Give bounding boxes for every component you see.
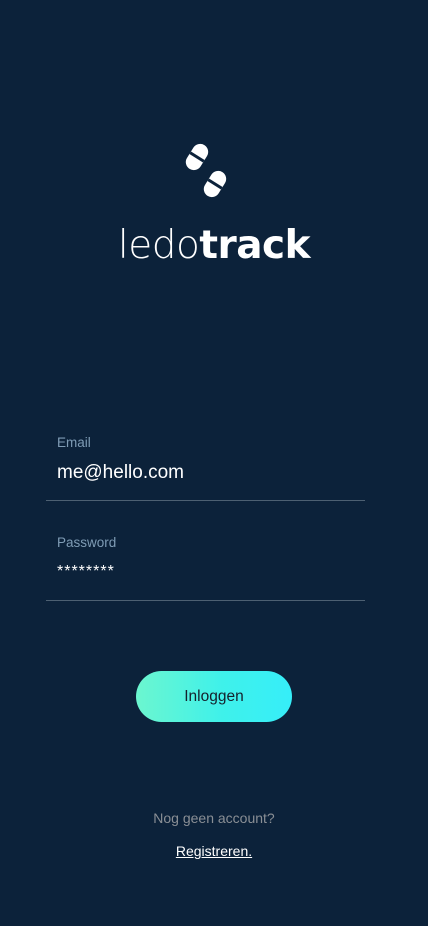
email-field[interactable]: Email xyxy=(46,428,365,501)
login-button[interactable]: Inloggen xyxy=(136,671,292,722)
email-input[interactable] xyxy=(57,462,357,484)
email-label: Email xyxy=(57,435,91,450)
pills-icon xyxy=(180,138,232,204)
password-label: Password xyxy=(57,535,117,550)
no-account-text: Nog geen account? xyxy=(153,810,275,826)
register-link-wrapper: Registreren. xyxy=(0,843,428,859)
password-input[interactable] xyxy=(57,563,357,581)
register-link[interactable]: Registreren. xyxy=(176,843,252,859)
password-field[interactable]: Password xyxy=(46,528,365,601)
wordmark-bold: track xyxy=(199,223,311,268)
app-wordmark: ledotrack xyxy=(0,222,428,270)
wordmark-light: ledo xyxy=(117,223,200,268)
